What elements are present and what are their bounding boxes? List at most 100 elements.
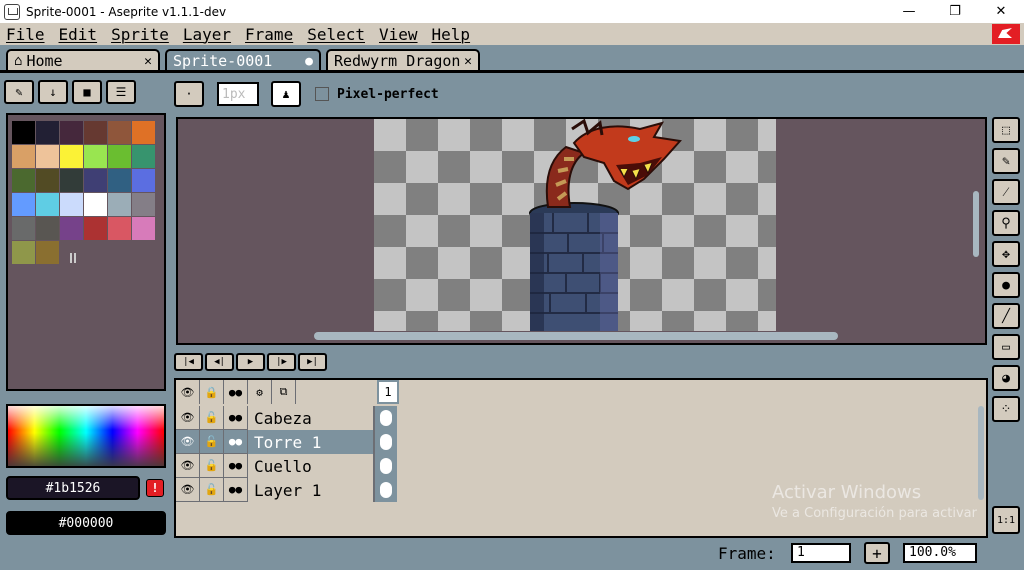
pixel-perfect-checkbox[interactable] [315, 87, 329, 101]
palette-swatch[interactable] [132, 217, 155, 240]
lock-icon[interactable]: 🔓 [200, 430, 224, 454]
tab-close-icon[interactable]: ✕ [144, 54, 152, 69]
layer-name[interactable]: Cuello [248, 454, 375, 478]
palette-swatch[interactable] [12, 217, 35, 240]
layer-row[interactable]: 👁 🔓 ●● Cuello [176, 454, 397, 478]
tab-redwyrm-dragon[interactable]: Redwyrm Dragon ✕ [326, 49, 480, 71]
palette-swatch[interactable] [12, 193, 35, 216]
previous-frame-button[interactable]: ◀| [205, 353, 234, 371]
ink-type-button[interactable]: ♟ [271, 81, 301, 107]
layer-row[interactable]: 👁 🔓 ●● Cabeza [176, 406, 397, 430]
palette-swatch[interactable] [36, 145, 59, 168]
play-button[interactable]: ▶ [236, 353, 265, 371]
next-frame-button[interactable]: |▶ [267, 353, 296, 371]
add-frame-button[interactable]: + [864, 542, 890, 564]
eye-icon[interactable]: 👁 [176, 430, 200, 454]
onion-skin-icon[interactable]: ⧉ [272, 380, 296, 404]
palette-swatch[interactable] [12, 241, 35, 264]
palette-swatch[interactable] [84, 145, 107, 168]
palette-swatch[interactable] [12, 121, 35, 144]
canvas-editor[interactable] [176, 117, 987, 345]
visibility-header-icon[interactable]: 👁 [176, 380, 200, 404]
edit-palette-button[interactable]: ✎ [4, 80, 34, 104]
color-spectrum[interactable] [6, 404, 166, 468]
pencil-tool-button[interactable]: ✎ [992, 148, 1020, 174]
palette-swatch[interactable] [60, 193, 83, 216]
palette-swatch[interactable] [108, 217, 131, 240]
frame-header-1[interactable]: 1 [377, 380, 399, 404]
palette-swatch[interactable] [12, 169, 35, 192]
palette-swatch[interactable] [36, 217, 59, 240]
palette-swatch[interactable] [108, 145, 131, 168]
fill-tool-button[interactable]: ● [992, 272, 1020, 298]
brush-type-button[interactable]: · [174, 81, 204, 107]
eye-icon[interactable]: 👁 [176, 454, 200, 478]
continuous-icon[interactable]: ●● [224, 454, 248, 478]
first-frame-button[interactable]: |◀ [174, 353, 203, 371]
brush-size-input[interactable]: 1px [217, 82, 259, 106]
last-frame-button[interactable]: ▶| [298, 353, 327, 371]
marquee-tool-button[interactable]: ⬚ [992, 117, 1020, 143]
palette-resize-grip-icon[interactable] [70, 253, 76, 263]
line-tool-button[interactable]: ╱ [992, 303, 1020, 329]
gear-icon[interactable]: ⚙ [248, 380, 272, 404]
foreground-color-field[interactable]: #1b1526 [6, 476, 140, 500]
layer-name[interactable]: Layer 1 [248, 478, 375, 502]
palette-swatch[interactable] [36, 193, 59, 216]
menu-file[interactable]: File [6, 25, 45, 44]
zoom-input[interactable]: 100.0% [903, 543, 977, 563]
menu-sprite[interactable]: Sprite [111, 25, 169, 44]
timeline-vertical-scrollbar[interactable] [978, 406, 984, 500]
menu-help[interactable]: Help [432, 25, 471, 44]
cel-icon[interactable] [375, 478, 397, 502]
palette-swatch[interactable] [108, 169, 131, 192]
eye-icon[interactable]: 👁 [176, 406, 200, 430]
menu-frame[interactable]: Frame [245, 25, 293, 44]
palette-swatch[interactable] [132, 193, 155, 216]
menu-view[interactable]: View [379, 25, 418, 44]
palette-swatch[interactable] [108, 193, 131, 216]
palette-swatch[interactable] [132, 145, 155, 168]
palette-swatch[interactable] [84, 193, 107, 216]
continuous-icon[interactable]: ●● [224, 478, 248, 502]
close-window-button[interactable]: ✕ [978, 0, 1024, 23]
palette-swatch[interactable] [84, 169, 107, 192]
tab-modified-icon[interactable]: ● [305, 54, 313, 69]
palette-swatch[interactable] [36, 121, 59, 144]
background-color-field[interactable]: #000000 [6, 511, 166, 535]
continuous-header-icon[interactable]: ●● [224, 380, 248, 404]
cel-icon[interactable] [375, 406, 397, 430]
palette-swatch[interactable] [60, 217, 83, 240]
menu-layer[interactable]: Layer [183, 25, 231, 44]
eyedropper-tool-button[interactable]: ⁄ [992, 179, 1020, 205]
zoom-tool-button[interactable]: ⚲ [992, 210, 1020, 236]
palette-swatch[interactable] [36, 169, 59, 192]
aseprite-logo-icon[interactable] [992, 24, 1020, 44]
palette-swatch[interactable] [36, 241, 59, 264]
menu-edit[interactable]: Edit [59, 25, 98, 44]
layer-row-selected[interactable]: 👁 🔓 ●● Torre 1 [176, 430, 397, 454]
palette-sort-button[interactable]: ↓ [38, 80, 68, 104]
palette-options-button[interactable]: ☰ [106, 80, 136, 104]
zoom-reset-button[interactable]: 1:1 [992, 506, 1020, 534]
canvas-horizontal-scrollbar[interactable] [314, 332, 838, 340]
layer-row[interactable]: 👁 🔓 ●● Layer 1 [176, 478, 397, 502]
palette-swatch[interactable] [12, 145, 35, 168]
tab-home[interactable]: ⌂ Home ✕ [6, 49, 160, 71]
cel-icon[interactable] [375, 430, 397, 454]
palette-swatch[interactable] [132, 121, 155, 144]
minimize-button[interactable]: — [886, 0, 932, 23]
tab-sprite-0001[interactable]: Sprite-0001 ● [165, 49, 321, 71]
move-tool-button[interactable]: ✥ [992, 241, 1020, 267]
continuous-icon[interactable]: ●● [224, 406, 248, 430]
lock-icon[interactable]: 🔓 [200, 454, 224, 478]
menu-select[interactable]: Select [307, 25, 365, 44]
palette-swatch[interactable] [84, 121, 107, 144]
lock-icon[interactable]: 🔓 [200, 406, 224, 430]
canvas-vertical-scrollbar[interactable] [973, 191, 979, 257]
continuous-icon[interactable]: ●● [224, 430, 248, 454]
palette-swatch[interactable] [108, 121, 131, 144]
lock-icon[interactable]: 🔓 [200, 478, 224, 502]
maximize-button[interactable]: ❐ [932, 0, 978, 23]
layer-name[interactable]: Torre 1 [248, 430, 375, 454]
